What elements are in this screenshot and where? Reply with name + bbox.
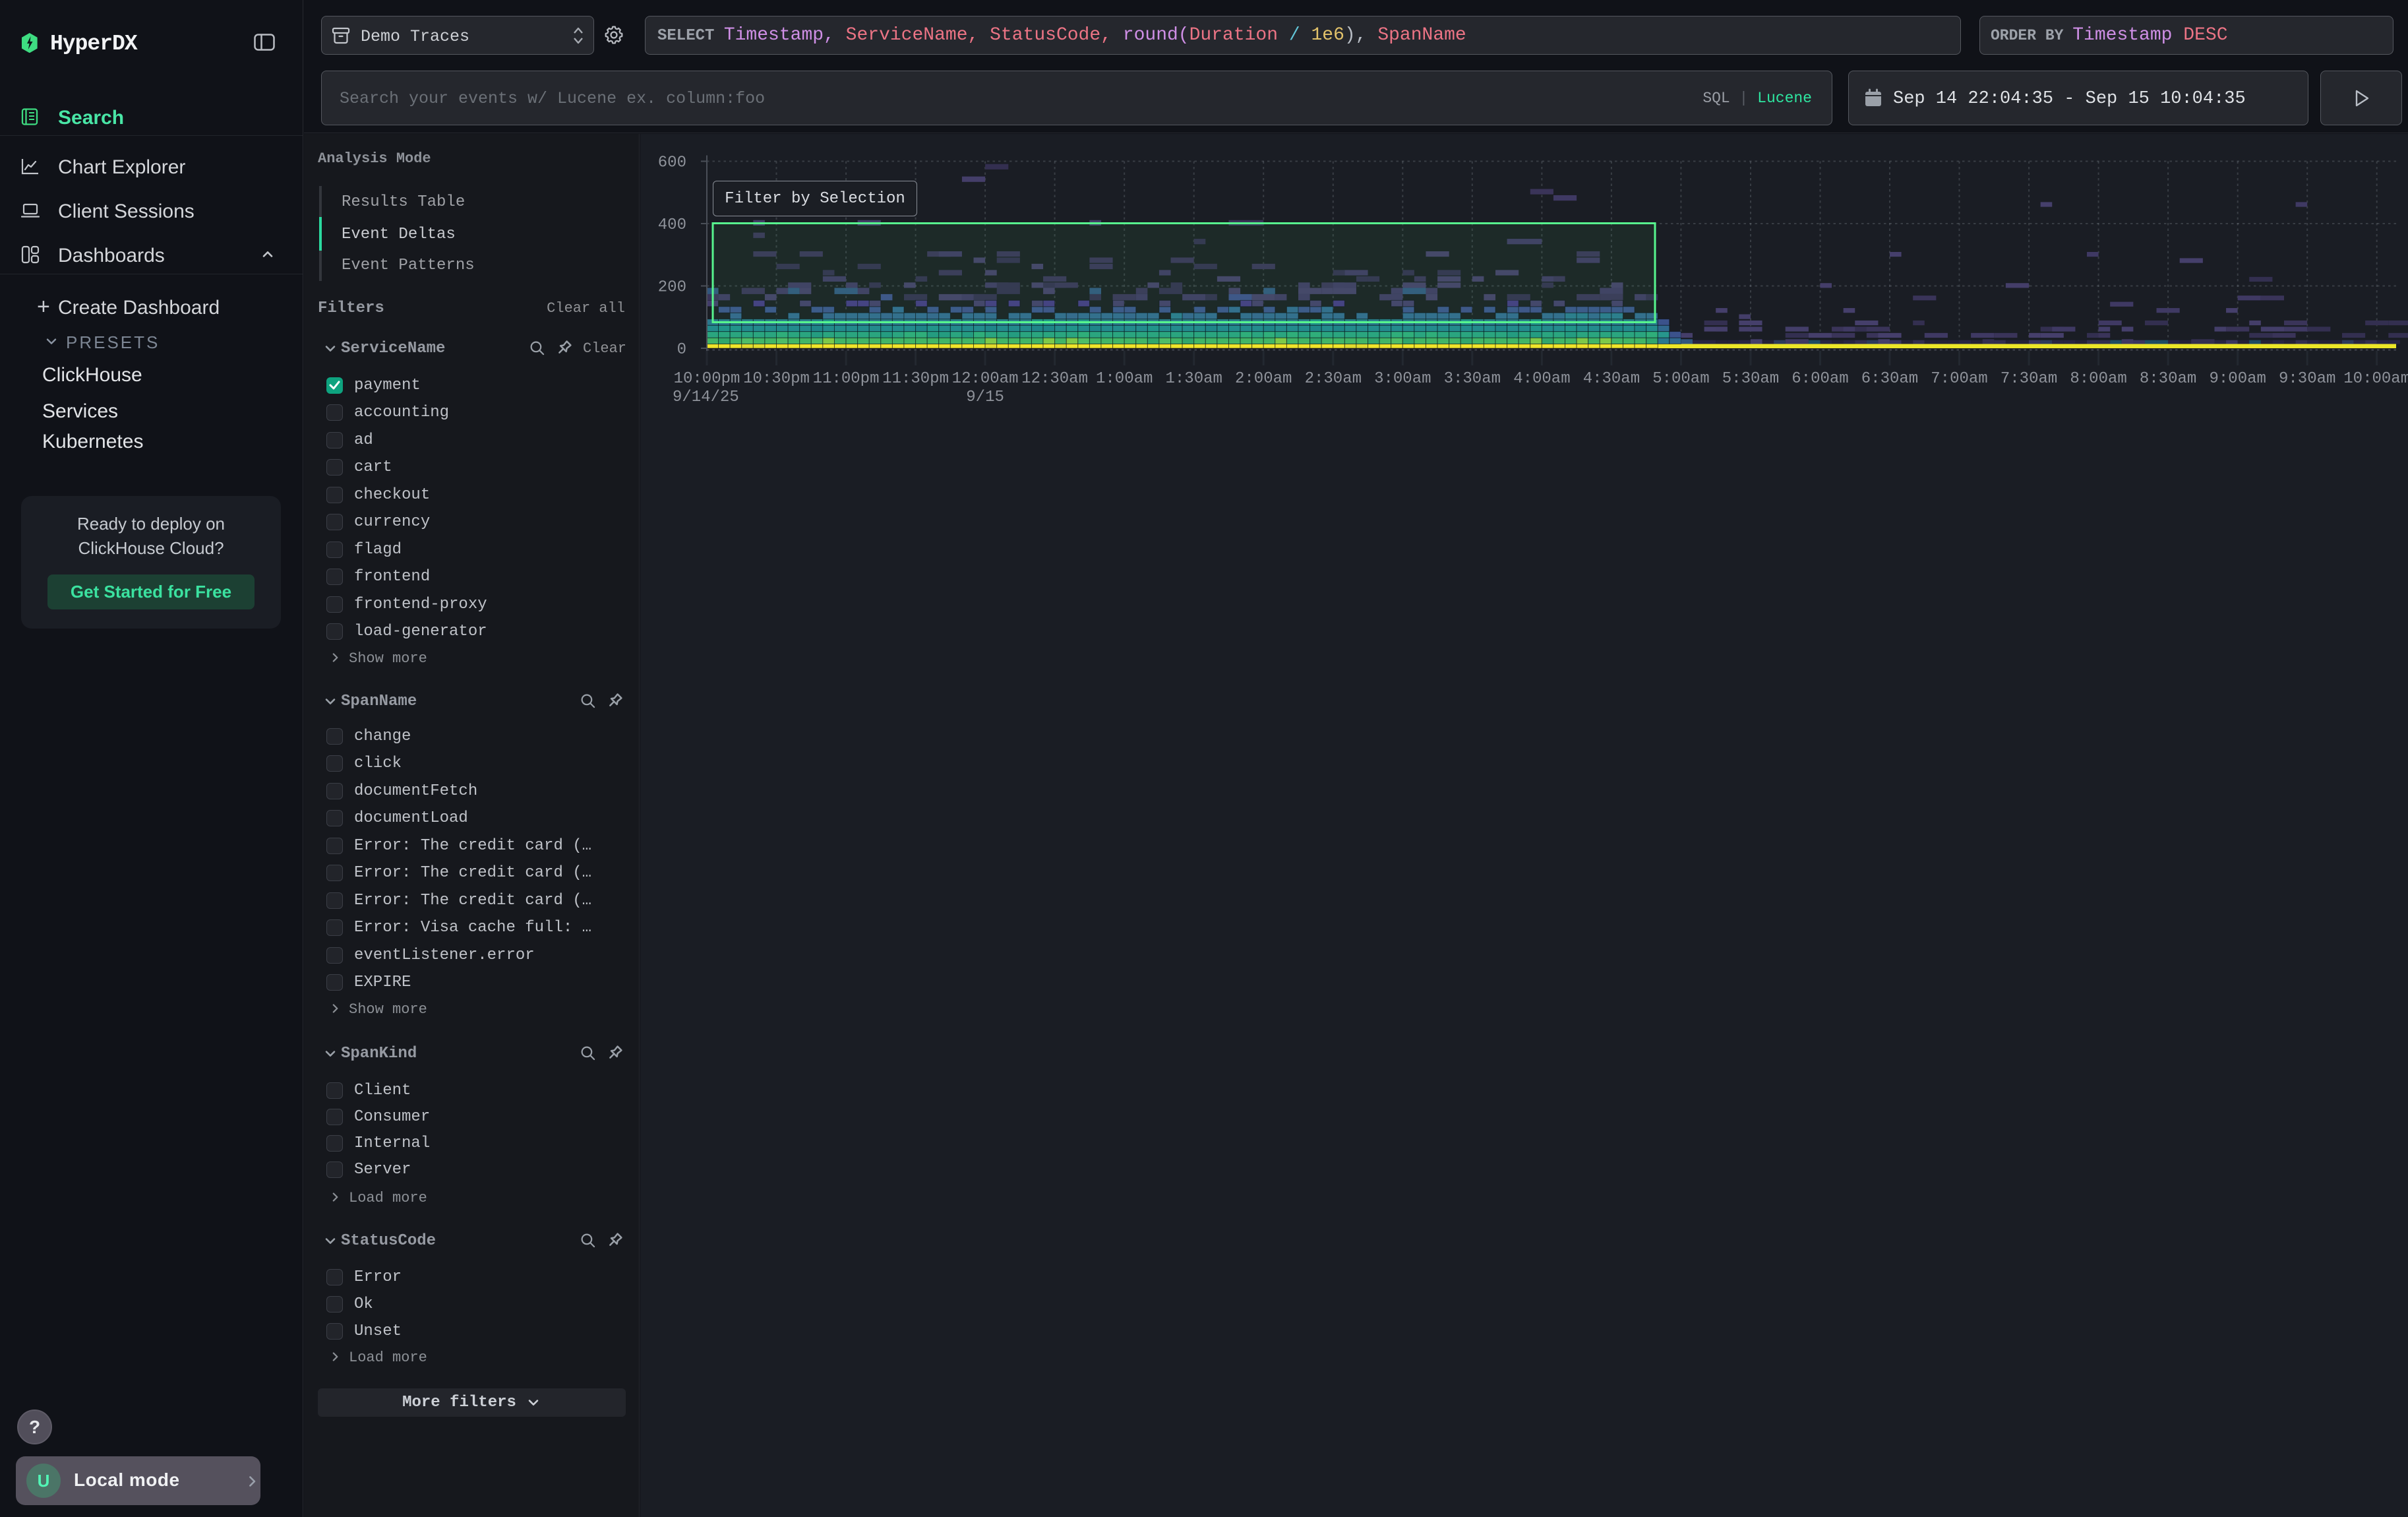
svg-text:10:00pm: 10:00pm [674,370,740,388]
svg-text:7:30am: 7:30am [2001,370,2057,388]
svg-text:1:00am: 1:00am [1096,370,1153,388]
svg-text:10:30pm: 10:30pm [743,370,810,388]
svg-text:3:30am: 3:30am [1444,370,1501,388]
svg-text:1:30am: 1:30am [1165,370,1222,388]
svg-text:10:00am: 10:00am [2343,370,2408,388]
svg-text:4:30am: 4:30am [1583,370,1640,388]
svg-text:400: 400 [658,216,686,234]
svg-text:11:00pm: 11:00pm [813,370,880,388]
svg-text:200: 200 [658,279,686,297]
svg-text:9:30am: 9:30am [2279,370,2335,388]
svg-text:2:00am: 2:00am [1235,370,1292,388]
svg-text:7:00am: 7:00am [1931,370,1987,388]
svg-text:5:00am: 5:00am [1652,370,1709,388]
svg-text:9/15: 9/15 [966,388,1004,406]
svg-text:12:30am: 12:30am [1021,370,1088,388]
svg-text:12:00am: 12:00am [952,370,1019,388]
svg-text:0: 0 [677,341,686,359]
svg-text:8:00am: 8:00am [2070,370,2126,388]
svg-text:9/14/25: 9/14/25 [673,388,739,406]
svg-text:3:00am: 3:00am [1374,370,1431,388]
svg-text:4:00am: 4:00am [1513,370,1570,388]
svg-text:9:00am: 9:00am [2209,370,2266,388]
svg-text:6:00am: 6:00am [1791,370,1848,388]
svg-text:8:30am: 8:30am [2140,370,2196,388]
svg-text:5:30am: 5:30am [1722,370,1779,388]
svg-text:600: 600 [658,154,686,172]
svg-text:2:30am: 2:30am [1305,370,1362,388]
svg-text:11:30pm: 11:30pm [882,370,949,388]
svg-text:6:30am: 6:30am [1861,370,1918,388]
